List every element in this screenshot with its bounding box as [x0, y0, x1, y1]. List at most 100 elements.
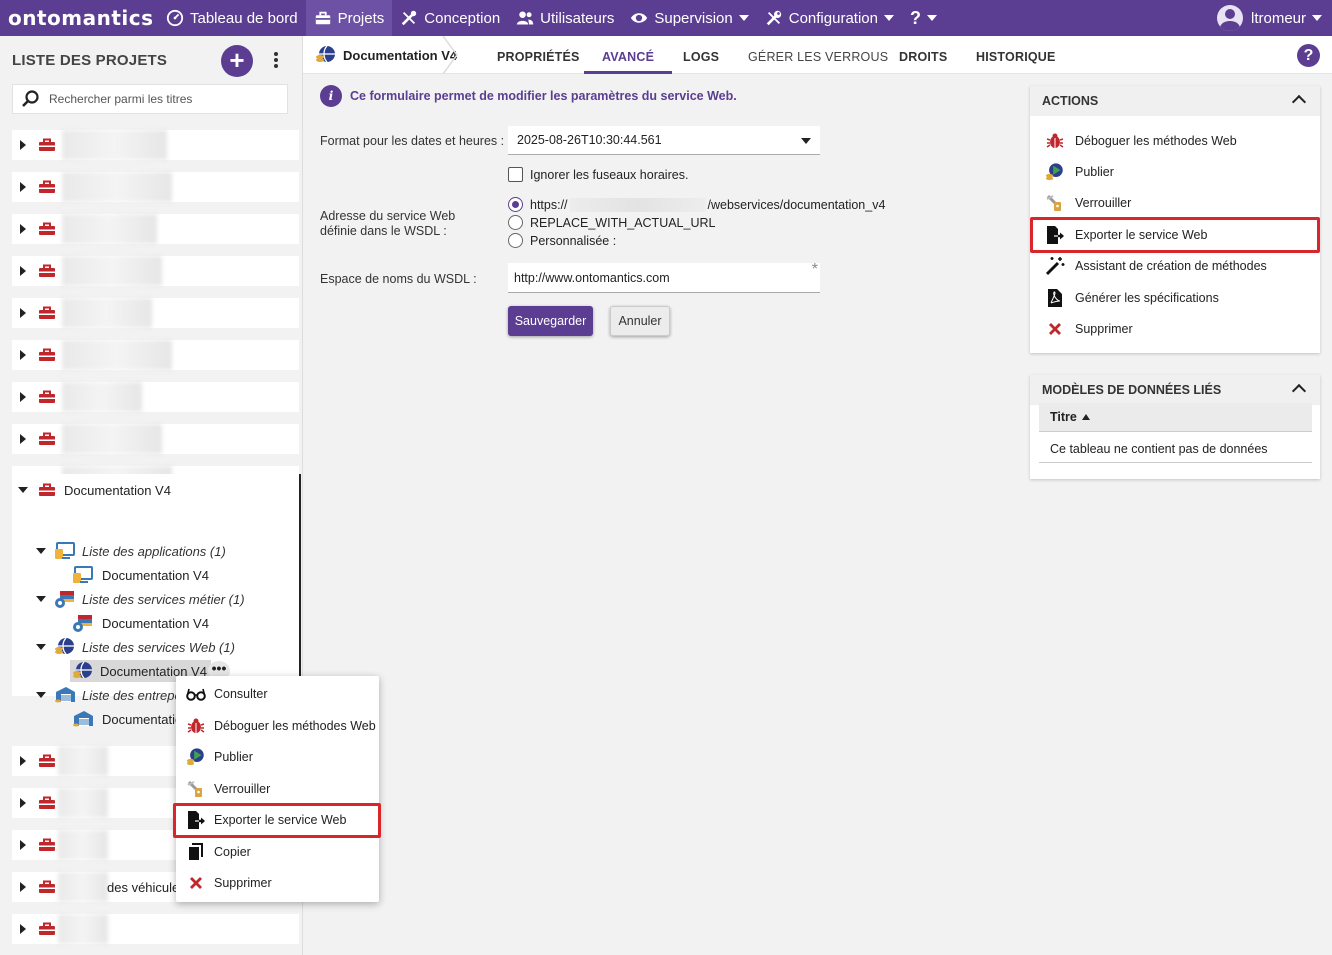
project-row[interactable] [12, 298, 299, 328]
nav-configuration[interactable]: Configuration [757, 0, 902, 36]
redacted-project-name [62, 256, 162, 286]
tab-history[interactable]: HISTORIQUE [976, 36, 1056, 74]
ctx-lock-label: Verrouiller [214, 782, 271, 796]
action-generate-specs[interactable]: Générer les spécifications [1030, 283, 1320, 313]
ignore-timezone-checkbox[interactable]: Ignorer les fuseaux horaires. [508, 167, 688, 182]
collapse-icon[interactable] [36, 644, 46, 650]
tree-business-group[interactable]: Liste des services métier (1) [36, 588, 245, 610]
tab-manage-locks[interactable]: GÉRER LES VERROUS [748, 36, 888, 74]
project-row[interactable] [12, 214, 299, 244]
ctx-delete[interactable]: Supprimer [176, 868, 379, 898]
collapse-icon[interactable] [36, 548, 46, 554]
nav-help[interactable]: ? [902, 0, 945, 36]
expand-icon[interactable] [20, 392, 26, 402]
tree-business-item[interactable]: Documentation V4 [72, 612, 209, 634]
radio-https[interactable]: https:// /webservices/documentation_v4 [508, 197, 885, 212]
radio-button[interactable] [508, 233, 523, 248]
expand-icon[interactable] [20, 924, 26, 934]
tab-advanced[interactable]: AVANCÉ [584, 36, 673, 74]
cancel-button[interactable]: Annuler [610, 306, 670, 336]
search-input[interactable] [49, 92, 269, 106]
toolbox-icon [39, 138, 55, 151]
ignore-timezone-label: Ignorer les fuseaux horaires. [530, 167, 689, 182]
project-row[interactable] [12, 340, 299, 370]
user-menu[interactable]: ltromeur [1216, 0, 1322, 36]
nav-design-label: Conception [424, 9, 501, 27]
action-method-wizard-label: Assistant de création de méthodes [1075, 259, 1267, 273]
action-publish[interactable]: Publier [1030, 157, 1320, 187]
expand-icon[interactable] [20, 756, 26, 766]
action-method-wizard[interactable]: Assistant de création de méthodes [1030, 251, 1320, 281]
project-row[interactable] [12, 382, 299, 412]
namespace-input[interactable]: http://www.ontomantics.com * [508, 261, 820, 293]
project-row[interactable] [12, 172, 299, 202]
action-lock[interactable]: Verrouiller [1030, 188, 1320, 218]
tree-warehouse-group[interactable]: Liste des entrepô [36, 684, 182, 706]
more-options-icon[interactable] [268, 50, 284, 72]
collapse-icon[interactable] [18, 487, 28, 493]
tree-web-group[interactable]: Liste des services Web (1) [36, 636, 235, 658]
checkbox-box[interactable] [508, 167, 523, 182]
actions-panel-header[interactable]: ACTIONS [1030, 86, 1320, 116]
expand-icon[interactable] [20, 308, 26, 318]
chevron-down-icon [883, 15, 894, 21]
ctx-debug-label: Déboguer les méthodes Web [214, 719, 376, 733]
save-button[interactable]: Sauvegarder [508, 306, 593, 336]
expand-icon[interactable] [20, 882, 26, 892]
expand-icon[interactable] [20, 798, 26, 808]
expand-icon[interactable] [20, 434, 26, 444]
table-header-title[interactable]: Titre [1039, 403, 1312, 432]
ctx-copy[interactable]: Copier [176, 837, 379, 867]
expand-icon[interactable] [20, 350, 26, 360]
radio-replace-url[interactable]: REPLACE_WITH_ACTUAL_URL [508, 215, 715, 230]
redacted-project-name [62, 172, 172, 202]
nav-supervision[interactable]: Supervision [622, 0, 756, 36]
project-row[interactable] [12, 914, 299, 944]
tab-logs[interactable]: LOGS [683, 36, 719, 74]
collapse-icon[interactable] [36, 596, 46, 602]
linked-models-header[interactable]: MODÈLES DE DONNÉES LIÉS [1030, 375, 1320, 405]
toolbox-icon [39, 222, 55, 235]
nav-dashboard[interactable]: Tableau de bord [158, 0, 306, 36]
chevron-up-icon[interactable] [1291, 383, 1307, 399]
date-format-select[interactable]: 2025-08-26T10:30:44.561 [508, 126, 820, 155]
expand-icon[interactable] [20, 266, 26, 276]
expand-icon[interactable] [20, 224, 26, 234]
tree-warehouse-item[interactable]: Documentatio [72, 708, 182, 730]
ctx-view[interactable]: Consulter [176, 679, 379, 709]
ctx-lock[interactable]: Verrouiller [176, 774, 379, 804]
radio-button[interactable] [508, 215, 523, 230]
tab-rights[interactable]: DROITS [899, 36, 947, 74]
chevron-up-icon[interactable] [1291, 94, 1307, 110]
redacted-project-name [58, 914, 108, 944]
collapse-icon[interactable] [36, 692, 46, 698]
expand-icon[interactable] [20, 182, 26, 192]
radio-button[interactable] [508, 197, 523, 212]
tree-apps-item[interactable]: Documentation V4 [72, 564, 209, 586]
linked-models-panel: MODÈLES DE DONNÉES LIÉS Titre Ce tableau… [1030, 375, 1320, 479]
nav-dashboard-label: Tableau de bord [190, 9, 298, 27]
project-row[interactable] [12, 256, 299, 286]
radio-custom[interactable]: Personnalisée : [508, 233, 616, 248]
help-button[interactable]: ? [1297, 44, 1320, 67]
tree-project[interactable]: Documentation V4 [18, 479, 171, 501]
add-project-button[interactable]: + [221, 45, 253, 77]
ctx-debug[interactable]: Déboguer les méthodes Web [176, 711, 379, 741]
nav-design[interactable]: Conception [392, 0, 508, 36]
tab-properties[interactable]: PROPRIÉTÉS [497, 36, 580, 74]
bug-icon [1046, 133, 1064, 148]
expand-icon[interactable] [20, 140, 26, 150]
tree-business-group-label: Liste des services métier (1) [82, 591, 245, 607]
action-debug[interactable]: Déboguer les méthodes Web [1030, 126, 1320, 156]
expand-icon[interactable] [20, 840, 26, 850]
required-icon: * [811, 261, 818, 278]
tree-apps-group[interactable]: Liste des applications (1) [36, 540, 226, 562]
app-logo[interactable]: ontomantics [0, 6, 158, 30]
ctx-publish[interactable]: Publier [176, 742, 379, 772]
toolbox-icon [39, 754, 55, 767]
project-row[interactable] [12, 130, 299, 160]
nav-users[interactable]: Utilisateurs [508, 0, 622, 36]
project-row[interactable] [12, 424, 299, 454]
action-delete[interactable]: Supprimer [1030, 314, 1320, 344]
nav-projects[interactable]: Projets [305, 0, 393, 36]
